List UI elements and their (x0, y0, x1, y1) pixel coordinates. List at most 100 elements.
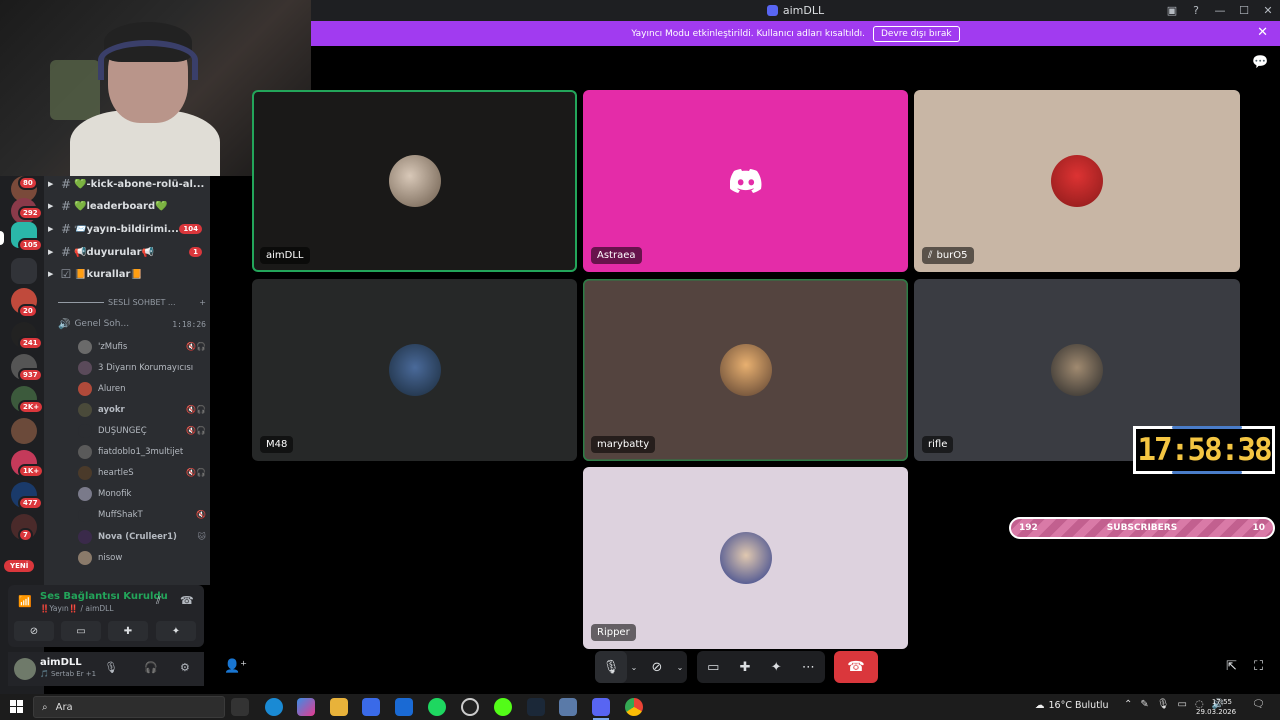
voice-user[interactable]: DÜŞÜNGEÇ 🔇🎧 (78, 420, 206, 441)
discord-icon[interactable] (592, 698, 610, 716)
store-icon[interactable] (362, 698, 380, 716)
voice-channel[interactable]: 🔊 Genel Soh... 1:18:26 (58, 316, 206, 332)
voice-user[interactable]: heartleS 🔇🎧 (78, 462, 206, 483)
app-icon[interactable] (559, 698, 577, 716)
signal-icon: 📶 (18, 595, 32, 608)
camera-off-button[interactable]: ⊘ (641, 660, 673, 675)
microphone-icon[interactable]: 🎙 (104, 661, 118, 674)
video-tile[interactable]: ⫽ burO5 (914, 90, 1240, 272)
kick-icon[interactable] (494, 698, 512, 716)
avatar[interactable] (14, 658, 36, 680)
camera-off-button[interactable]: ⊘ (14, 621, 54, 641)
avatar (78, 486, 92, 501)
voice-user[interactable]: 3 Diyarın Korumayıcısı (78, 357, 206, 378)
microphone-icon[interactable]: 🎙 (1157, 699, 1170, 710)
tile-label: ⫽ burO5 (922, 247, 974, 264)
voice-user[interactable]: Monofik (78, 483, 206, 504)
help-icon[interactable]: ? (1184, 4, 1208, 17)
more-icon[interactable]: ⋯ (802, 660, 815, 675)
notification-icon[interactable]: 🗨 (1252, 699, 1265, 710)
muted-icon: ⫽ (928, 250, 933, 261)
noise-suppression-icon[interactable]: ⫽ (156, 594, 161, 608)
voice-channel-path[interactable]: ‼️Yayın‼️ / aimDLL (40, 604, 114, 613)
avatar (78, 465, 92, 480)
close-icon[interactable]: ✕ (1257, 25, 1268, 40)
disable-streamer-mode-button[interactable]: Devre dışı bırak (872, 25, 960, 42)
channel-item[interactable]: ▶ # 💚leaderboard💚 (48, 196, 206, 216)
poster-shape (50, 60, 100, 120)
rules-icon: ☑ (60, 267, 72, 281)
voice-user[interactable]: Aluren (78, 378, 206, 399)
task-view-icon[interactable] (231, 698, 249, 716)
video-tile[interactable]: M48 (252, 279, 577, 461)
speaker-icon: 🔊 (58, 318, 71, 330)
fullscreen-icon[interactable]: ⛶ (1254, 659, 1263, 674)
search-placeholder: Ara (55, 701, 73, 713)
video-tile[interactable]: aimDLL (252, 90, 577, 272)
chevron-down-icon[interactable]: ⌄ (627, 663, 641, 672)
folder-icon[interactable] (11, 258, 37, 284)
new-badge[interactable]: YENİ (4, 560, 35, 572)
spotify-icon[interactable] (428, 698, 446, 716)
clock-time: 17:58:38 (1137, 432, 1272, 468)
channel-item[interactable]: ▶ # 💚-kick-abone-rolü-al... (48, 176, 206, 194)
voice-status[interactable]: Ses Bağlantısı Kuruldu (40, 591, 168, 602)
microphone-button[interactable]: 🎙 (595, 651, 627, 683)
chevron-up-icon[interactable]: ⌃ (1124, 699, 1132, 710)
file-explorer-icon[interactable] (330, 698, 348, 716)
steam-icon[interactable] (527, 698, 545, 716)
soundboard-button[interactable]: ✦ (156, 621, 196, 641)
weather-widget[interactable]: ☁ 16°C Bulutlu (1035, 700, 1109, 711)
screen-share-button[interactable]: ▭ (61, 621, 101, 641)
voice-user-name: nisow (98, 552, 123, 563)
channel-item[interactable]: ▶ ☑ 📙kurallar📙 (48, 264, 206, 284)
invite-user-icon[interactable]: 👤⁺ (224, 659, 247, 674)
windows-start-icon[interactable] (10, 700, 23, 713)
inbox-icon[interactable]: ▣ (1160, 4, 1184, 17)
headphones-icon[interactable]: 🎧 (144, 661, 158, 674)
server-icon[interactable] (11, 418, 37, 444)
taskbar-clock[interactable]: 17:55 29.03.2026 (1196, 697, 1236, 717)
disconnect-icon[interactable]: ☎ (180, 594, 194, 607)
voice-user[interactable]: 'zMufis 🔇🎧 (78, 336, 206, 357)
hash-icon: # (60, 222, 72, 236)
copilot-icon[interactable] (297, 698, 315, 716)
screen-share-icon[interactable]: ▭ (707, 660, 719, 675)
hang-up-button[interactable]: ☎ (834, 651, 878, 683)
voice-user[interactable]: nisow (78, 547, 206, 568)
add-channel-icon[interactable]: + (199, 298, 206, 307)
channel-item[interactable]: ▶ # 📢duyurular📢 1 (48, 242, 206, 262)
voice-user[interactable]: Nova (Crulleer1) 🐱 (78, 526, 206, 547)
pen-icon[interactable]: ✎ (1140, 699, 1148, 710)
edge-icon[interactable] (265, 698, 283, 716)
minimize-button[interactable]: — (1208, 4, 1232, 17)
category-name: SESLİ SOHBET ... (108, 298, 176, 307)
close-window-button[interactable]: ✕ (1256, 4, 1280, 17)
popout-icon[interactable]: ⇱ (1226, 659, 1237, 674)
gear-icon[interactable]: ⚙ (180, 661, 190, 674)
streamer-mode-banner: Yayıncı Modu etkinleştirildi. Kullanıcı … (311, 21, 1280, 46)
activities-button[interactable]: ✚ (108, 621, 148, 641)
video-tile[interactable]: marybatty (583, 279, 908, 461)
tile-label: rifle (922, 436, 954, 453)
chat-icon[interactable]: 💬 (1252, 55, 1268, 70)
voice-user[interactable]: fiatdoblo1_3multijet (78, 441, 206, 462)
soundboard-icon[interactable]: ✦ (771, 660, 782, 675)
obs-icon[interactable] (461, 698, 479, 716)
chevron-down-icon[interactable]: ⌄ (673, 663, 687, 672)
username[interactable]: aimDLL (40, 657, 82, 668)
voice-category[interactable]: SESLİ SOHBET ... + (58, 298, 206, 307)
avatar (388, 155, 441, 207)
voice-user-name: heartleS (98, 467, 134, 478)
taskbar-search[interactable]: ⌕ Ara (33, 696, 225, 718)
channel-item[interactable]: ▶ # 📨yayın-bildirimi... 104 (48, 219, 206, 239)
battery-icon[interactable]: ▭ (1177, 699, 1186, 710)
mail-icon[interactable] (395, 698, 413, 716)
voice-user[interactable]: ayokr 🔇🎧 (78, 399, 206, 420)
maximize-button[interactable]: ☐ (1232, 4, 1256, 17)
activities-icon[interactable]: ✚ (740, 660, 751, 675)
video-tile[interactable]: Ripper (583, 467, 908, 649)
video-tile[interactable]: Astraea (583, 90, 908, 272)
voice-user[interactable]: MuffShakT 🔇 (78, 504, 206, 525)
chrome-icon[interactable] (625, 698, 643, 716)
